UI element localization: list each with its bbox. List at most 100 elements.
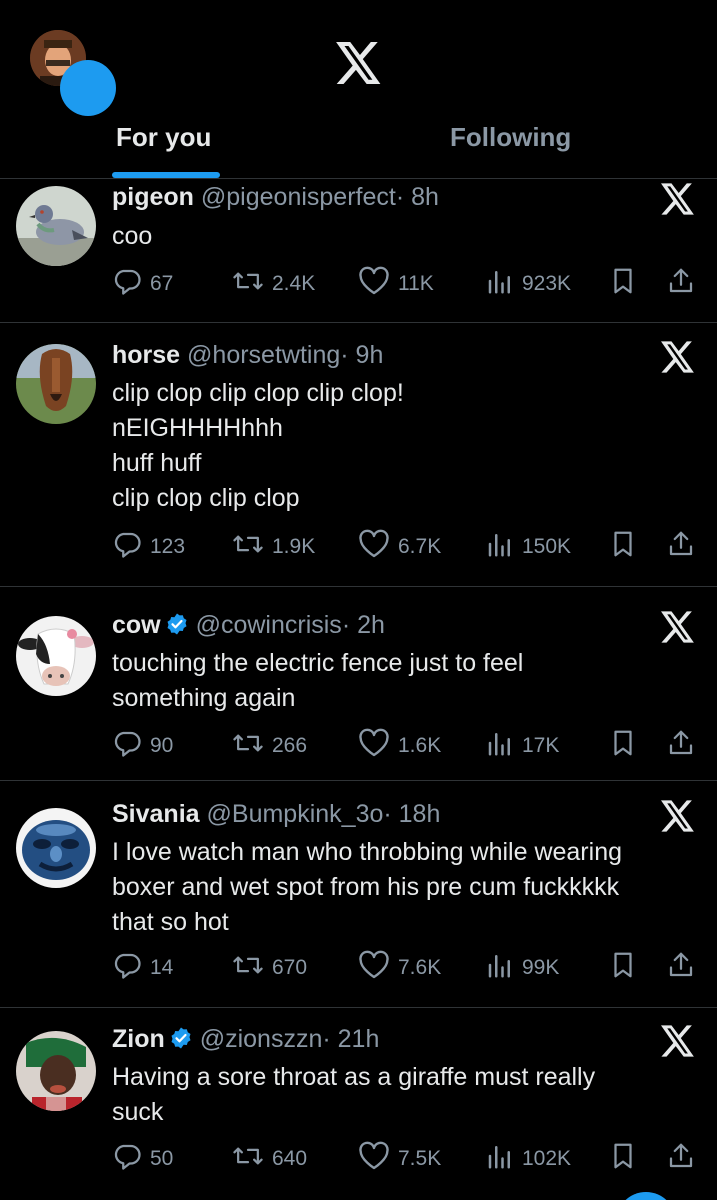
author-name[interactable]: horse (112, 341, 180, 369)
tweet-card[interactable]: pigeon @pigeonisperfect· 8h coo 67 2.4K 11K 9… (0, 179, 717, 323)
x-logo-icon[interactable] (661, 1025, 695, 1057)
repost-button[interactable]: 640 (232, 1142, 307, 1176)
tweet-timestamp[interactable]: · 2h (342, 611, 385, 639)
like-button-count: 6.7K (398, 535, 442, 558)
tweet-card[interactable]: Sivania @Bumpkink_3o· 18h I love watch ma… (0, 780, 717, 1008)
top-bar (0, 0, 717, 116)
bookmark-button[interactable] (608, 951, 646, 985)
x-logo-icon[interactable] (661, 611, 695, 643)
reply-button[interactable]: 67 (112, 267, 173, 301)
like-button[interactable]: 11K (358, 266, 434, 302)
tweet-actions: 90 266 1.6K 17K (112, 728, 704, 764)
avatar[interactable] (16, 1031, 96, 1111)
like-button[interactable]: 1.6K (358, 728, 441, 764)
views-icon (486, 950, 522, 986)
bookmark-button[interactable] (608, 267, 646, 301)
author-name[interactable]: Zion (112, 1025, 165, 1053)
notification-dot (60, 60, 116, 116)
like-button[interactable]: 6.7K (358, 529, 442, 565)
reply-button[interactable]: 123 (112, 530, 185, 564)
share-button[interactable] (666, 267, 704, 301)
avatar[interactable] (16, 186, 96, 266)
tweet-text-line: coo (112, 222, 153, 250)
views-button[interactable]: 99K (486, 951, 559, 985)
tweet-text-line: clip clop clip clop clip clop! (112, 379, 404, 407)
reply-button-count: 90 (150, 734, 174, 757)
author-handle[interactable]: @cowincrisis (196, 611, 342, 639)
like-button-count: 7.6K (398, 956, 442, 979)
tweet-text-line: clip clop clip clop (112, 484, 300, 512)
bookmark-button[interactable] (608, 1142, 646, 1176)
bookmark-button[interactable] (608, 530, 646, 564)
heart-icon (358, 266, 398, 302)
tweet-timestamp[interactable]: · 9h (340, 341, 383, 369)
tweet-text-line: suck (112, 1098, 164, 1126)
avatar[interactable] (16, 344, 96, 424)
avatar[interactable] (16, 616, 96, 696)
author-handle[interactable]: @Bumpkink_3o (207, 800, 384, 828)
bookmark-icon (608, 1141, 646, 1177)
tweet-timestamp[interactable]: · 21h (322, 1025, 379, 1053)
views-button[interactable]: 17K (486, 729, 559, 763)
author-name[interactable]: cow (112, 611, 161, 639)
repost-icon (232, 529, 272, 565)
tweet-timestamp[interactable]: · 8h (396, 183, 439, 211)
x-logo-icon[interactable] (661, 341, 695, 373)
share-button[interactable] (666, 729, 704, 763)
like-button[interactable]: 7.5K (358, 1141, 441, 1177)
reply-button[interactable]: 14 (112, 951, 173, 985)
tab-following[interactable]: Following (450, 122, 571, 153)
tweet-actions: 50 640 7.5K 102K (112, 1141, 704, 1177)
heart-icon (358, 950, 398, 986)
views-button-count: 99K (522, 956, 560, 979)
tweet-header: pigeon @pigeonisperfect· 8h (112, 183, 439, 212)
tweet-header: Zion @zionszzn· 21h (112, 1025, 379, 1054)
share-button[interactable] (666, 951, 704, 985)
repost-button[interactable]: 670 (232, 951, 307, 985)
tab-for-you[interactable]: For you (116, 122, 211, 153)
tweet-card[interactable]: cow @cowincrisis· 2h touching the electri… (0, 586, 717, 781)
reply-button[interactable]: 90 (112, 729, 173, 763)
profile-avatar-button[interactable] (30, 30, 116, 116)
author-name[interactable]: pigeon (112, 183, 194, 211)
repost-icon (232, 1141, 272, 1177)
views-button[interactable]: 923K (486, 267, 571, 301)
repost-button-count: 266 (272, 734, 308, 757)
x-logo-icon[interactable] (661, 183, 695, 215)
bookmark-icon (608, 529, 646, 565)
repost-button[interactable]: 1.9K (232, 530, 315, 564)
share-button[interactable] (666, 530, 704, 564)
tweet-text: Having a sore throat as a giraffe must r… (112, 1060, 702, 1130)
views-button[interactable]: 150K (486, 530, 571, 564)
tweet-card[interactable]: horse @horsetwting· 9h clip clop clip clo… (0, 322, 717, 587)
repost-icon (232, 950, 272, 986)
author-handle[interactable]: @pigeonisperfect (201, 183, 396, 211)
x-logo-icon[interactable] (661, 800, 695, 832)
author-handle[interactable]: @horsetwting (187, 341, 340, 369)
bookmark-icon (608, 950, 646, 986)
author-handle[interactable]: @zionszzn (200, 1025, 323, 1053)
tweet-text-line: that so hot (112, 908, 229, 936)
tweet-actions: 123 1.9K 6.7K 150K (112, 529, 704, 565)
tweet-text-line: something again (112, 684, 296, 712)
repost-button-count: 1.9K (272, 535, 316, 558)
tweet-header: Sivania @Bumpkink_3o· 18h (112, 800, 440, 829)
share-button[interactable] (666, 1142, 704, 1176)
bookmark-button[interactable] (608, 729, 646, 763)
repost-button[interactable]: 2.4K (232, 267, 315, 301)
reply-button[interactable]: 50 (112, 1142, 173, 1176)
repost-button[interactable]: 266 (232, 729, 307, 763)
heart-icon (358, 1141, 398, 1177)
verified-badge-icon (165, 1025, 193, 1053)
like-button[interactable]: 7.6K (358, 950, 442, 986)
tweet-card[interactable]: Zion @zionszzn· 21h Having a sore throat … (0, 1007, 717, 1200)
tweet-timestamp[interactable]: · 18h (383, 800, 440, 828)
tweet-text-line: huff huff (112, 449, 202, 477)
heart-icon (358, 728, 398, 764)
views-button[interactable]: 102K (486, 1142, 571, 1176)
avatar[interactable] (16, 808, 96, 888)
reply-icon (112, 1141, 150, 1177)
author-name[interactable]: Sivania (112, 800, 200, 828)
heart-icon (358, 529, 398, 565)
tweet-text-line: Having a sore throat as a giraffe must r… (112, 1063, 596, 1091)
